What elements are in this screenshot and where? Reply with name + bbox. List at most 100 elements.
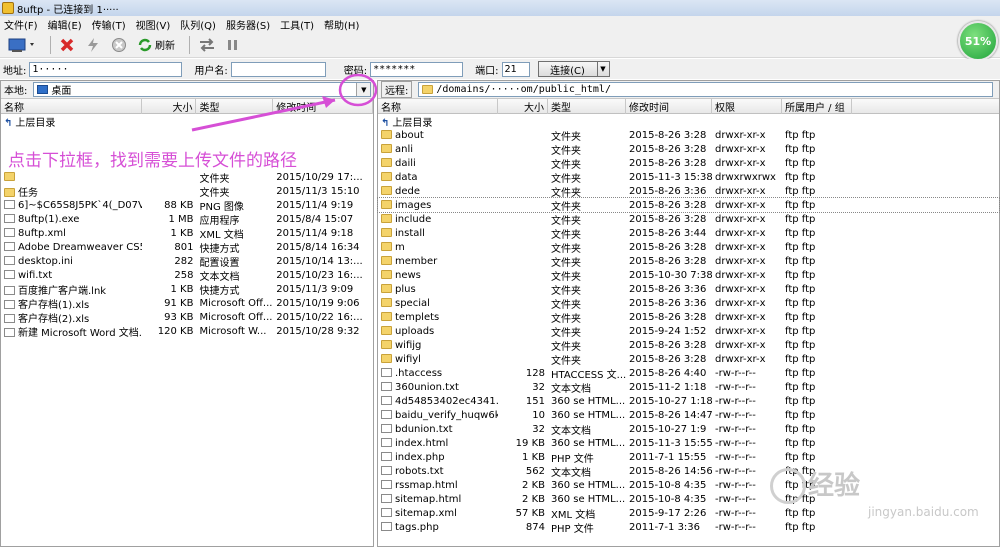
- file-name: special: [395, 297, 430, 309]
- col-type[interactable]: 类型: [548, 98, 626, 114]
- menu-bar: 文件(F) 编辑(E) 传输(T) 视图(V) 队列(Q) 服务器(S) 工具(…: [0, 16, 1000, 32]
- menu-view[interactable]: 视图(V): [136, 17, 171, 32]
- col-date[interactable]: 修改时间: [626, 98, 712, 114]
- file-permissions: drwxr-xr-x: [715, 241, 766, 253]
- col-size[interactable]: 大小: [142, 98, 197, 114]
- table-row[interactable]: 8uftp(1).exe 1 MB 应用程序 2015/8/4 15:07: [1, 212, 373, 227]
- file-permissions: drwxrwxrwx: [715, 171, 776, 183]
- table-row[interactable]: 新建 Microsoft Word 文档... 120 KB Microsoft W…: [1, 324, 373, 339]
- file-permissions: -rw-r--r--: [715, 367, 756, 379]
- desktop-icon: [37, 85, 49, 94]
- folder-icon: [381, 157, 392, 167]
- file-name: 4d54853402ec4341...: [395, 395, 498, 407]
- address-input[interactable]: [29, 61, 183, 77]
- table-row[interactable]: 客户存档(1).xls 91 KB Microsoft Off... 2015/10/…: [1, 296, 373, 311]
- folder-icon: [4, 187, 15, 197]
- table-row[interactable]: wifiyl 文件夹 2015-8-26 3:28 drwxr-xr-x ftp ftp: [378, 352, 999, 367]
- table-row[interactable]: baidu_verify_huqw6k... 10 360 se HTML...20…: [378, 408, 999, 422]
- table-row[interactable]: sitemap.html 2 KB 360 se HTML... 2015-10-8 …: [378, 492, 999, 506]
- col-permissions[interactable]: 权限: [712, 98, 782, 114]
- folder-icon: [381, 241, 392, 251]
- table-row[interactable]: data 文件夹 2015-11-3 15:38 drwxrwxrwx ftp ftp: [378, 170, 999, 185]
- menu-file[interactable]: 文件(F): [4, 17, 38, 32]
- table-row[interactable]: wifi.txt 258 文本文档 2015/10/23 16:...: [1, 268, 373, 283]
- file-date: 2015/11/3 9:09: [276, 283, 354, 295]
- table-row[interactable]: 360union.txt 32 文本文档 2015-11-2 1:18 -rw-r--r…: [378, 380, 999, 395]
- table-row[interactable]: news 文件夹 2015-10-30 7:38 drwxr-xr-x ftp ftp: [378, 268, 999, 283]
- file-date: 2015-8-26 14:47: [629, 409, 712, 421]
- col-owner[interactable]: 所属用户 / 组: [782, 98, 852, 114]
- file-size: 801: [174, 241, 194, 253]
- col-size[interactable]: 大小: [498, 98, 548, 114]
- col-name[interactable]: 名称: [378, 98, 498, 114]
- file-owner: ftp ftp: [785, 521, 816, 533]
- site-manager-button[interactable]: [6, 35, 38, 55]
- pause-button[interactable]: [224, 35, 242, 55]
- table-row[interactable]: m 文件夹 2015-8-26 3:28 drwxr-xr-x ftp ftp: [378, 240, 999, 255]
- table-row[interactable]: member 文件夹 2015-8-26 3:28 drwxr-xr-x ftp ftp: [378, 254, 999, 269]
- table-row[interactable]: wifijg 文件夹 2015-8-26 3:28 drwxr-xr-x ftp ftp: [378, 338, 999, 353]
- file-name: include: [395, 213, 432, 225]
- chevron-down-icon[interactable]: ▼: [356, 83, 371, 96]
- table-row[interactable]: rssmap.html 2 KB 360 se HTML... 2015-10-8 4…: [378, 478, 999, 492]
- file-icon: [4, 227, 15, 237]
- file-permissions: -rw-r--r--: [715, 423, 756, 435]
- col-date[interactable]: 修改时间: [273, 98, 373, 114]
- password-input[interactable]: [370, 61, 464, 77]
- disconnect-button[interactable]: [57, 35, 77, 55]
- table-row[interactable]: tags.php 874 PHP 文件 2011-7-1 3:36 -rw-r--r--…: [378, 520, 999, 535]
- transfer-button[interactable]: [196, 35, 218, 55]
- table-row[interactable]: 8uftp.xml 1 KB XML 文档 2015/11/4 9:18: [1, 226, 373, 241]
- file-name: anli: [395, 143, 414, 155]
- local-path-dropdown[interactable]: 桌面 ▼: [33, 82, 372, 97]
- table-row[interactable]: bdunion.txt 32 文本文档 2015-10-27 1:9 -rw-r--r-…: [378, 422, 999, 437]
- table-row[interactable]: 4d54853402ec4341... 151 360 se HTML... 2015…: [378, 394, 999, 408]
- col-type[interactable]: 类型: [196, 98, 274, 114]
- table-row[interactable]: index.html 19 KB 360 se HTML... 2015-11-3 1…: [378, 436, 999, 450]
- table-row[interactable]: install 文件夹 2015-8-26 3:44 drwxr-xr-x ftp ft…: [378, 226, 999, 241]
- remote-path-field[interactable]: /domains/·····om/public_html/: [418, 82, 994, 97]
- table-row[interactable]: index.php 1 KB PHP 文件 2011-7-1 15:55 -rw-r--…: [378, 450, 999, 465]
- table-row[interactable]: 6]~$C65S8J5PK`4(_D07V4...88 KBPNG 图像2015…: [1, 198, 373, 213]
- file-permissions: drwxr-xr-x: [715, 157, 766, 169]
- table-row[interactable]: .htaccess 128 HTACCESS 文... 2015-8-26 4:40-…: [378, 366, 999, 381]
- reconnect-button[interactable]: [83, 35, 103, 55]
- table-row[interactable]: 任务 文件夹 2015/11/3 15:10: [1, 184, 373, 199]
- port-input[interactable]: [501, 61, 530, 77]
- file-size: 874: [525, 521, 545, 533]
- menu-help[interactable]: 帮助(H): [324, 17, 359, 32]
- table-row[interactable]: include 文件夹 2015-8-26 3:28 drwxr-xr-x ftp ft…: [378, 212, 999, 227]
- table-row[interactable]: templets 文件夹 2015-8-26 3:28 drwxr-xr-x ftp f…: [378, 310, 999, 325]
- pause-icon: [228, 39, 237, 50]
- menu-transfer[interactable]: 传输(T): [92, 17, 126, 32]
- table-row[interactable]: desktop.ini 282 配置设置 2015/10/14 13:...: [1, 254, 373, 269]
- table-row[interactable]: daili 文件夹 2015-8-26 3:28 drwxr-xr-x ftp ftp: [378, 156, 999, 171]
- table-row[interactable]: images 文件夹 2015-8-26 3:28 drwxr-xr-x ftp ftp: [377, 197, 1000, 213]
- table-row[interactable]: 百度推广客户端.lnk 1 KB 快捷方式 2015/11/3 9:09: [1, 282, 373, 297]
- menu-tools[interactable]: 工具(T): [280, 17, 314, 32]
- col-name[interactable]: 名称: [1, 98, 142, 114]
- table-row[interactable]: about 文件夹 2015-8-26 3:28 drwxr-xr-x ftp ftp: [378, 128, 999, 143]
- table-row[interactable]: 客户存档(2).xls 93 KB Microsoft Off... 2015/10/…: [1, 310, 373, 325]
- menu-server[interactable]: 服务器(S): [226, 17, 270, 32]
- stop-button[interactable]: [109, 35, 129, 55]
- menu-queue[interactable]: 队列(Q): [180, 17, 216, 32]
- refresh-button[interactable]: 刷新: [135, 35, 177, 55]
- table-row[interactable]: Adobe Dreamweaver CS5...801快捷方式2015/8/14…: [1, 240, 373, 255]
- user-input[interactable]: [230, 61, 326, 77]
- table-row[interactable]: 文件夹 2015/10/29 17:...: [1, 170, 373, 185]
- table-row[interactable]: anli 文件夹 2015-8-26 3:28 drwxr-xr-x ftp ftp: [378, 142, 999, 157]
- table-row[interactable]: robots.txt 562 文本文档 2015-8-26 14:56 -rw-r--r…: [378, 464, 999, 479]
- table-row[interactable]: dede 文件夹 2015-8-26 3:36 drwxr-xr-x ftp ftp: [378, 184, 999, 199]
- table-row[interactable]: uploads 文件夹 2015-9-24 1:52 drwxr-xr-x ftp ft…: [378, 324, 999, 339]
- local-up-row[interactable]: ↰ 上层目录: [1, 114, 373, 129]
- table-row[interactable]: plus 文件夹 2015-8-26 3:36 drwxr-xr-x ftp ftp: [378, 282, 999, 297]
- menu-edit[interactable]: 编辑(E): [48, 17, 82, 32]
- remote-up-row[interactable]: ↰ 上层目录: [378, 114, 999, 129]
- connect-button[interactable]: 连接(C): [537, 61, 598, 77]
- connect-dropdown-button[interactable]: ▼: [597, 61, 610, 77]
- file-name: baidu_verify_huqw6k...: [395, 409, 498, 421]
- file-type: Microsoft Off...: [199, 311, 273, 323]
- file-owner: ftp ftp: [785, 283, 816, 295]
- table-row[interactable]: special 文件夹 2015-8-26 3:36 drwxr-xr-x ftp ft…: [378, 296, 999, 311]
